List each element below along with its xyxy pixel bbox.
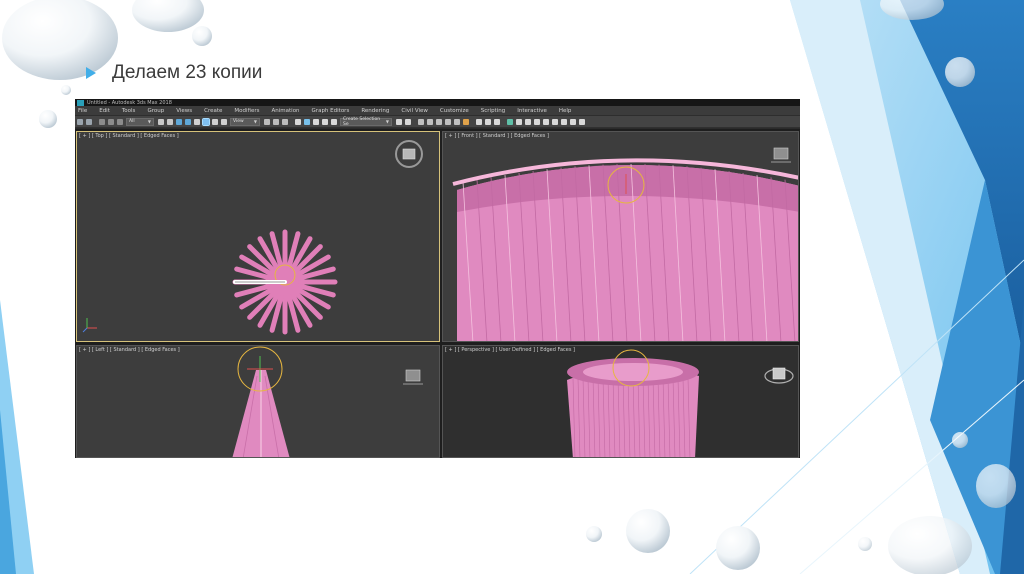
a360-gallery-icon[interactable] — [516, 118, 522, 125]
menu-tools[interactable]: Tools — [122, 108, 136, 114]
menu-animation[interactable]: Animation — [272, 108, 300, 114]
mirror-icon[interactable] — [396, 118, 402, 125]
edit-named-selections-icon[interactable] — [331, 118, 337, 125]
gizmo-viewcube-front[interactable] — [771, 147, 791, 163]
bullet-triangle-icon — [86, 67, 96, 79]
menu-views[interactable]: Views — [176, 108, 192, 114]
menu-edit[interactable]: Edit — [99, 108, 110, 114]
menu-rendering[interactable]: Rendering — [361, 108, 389, 114]
unlink-icon[interactable] — [108, 118, 114, 125]
spinner-snap-icon[interactable] — [322, 118, 328, 125]
region-select-icon[interactable] — [176, 118, 182, 125]
toggle-ribbon-icon[interactable] — [436, 118, 442, 125]
curve-editor-icon[interactable] — [445, 118, 451, 125]
menu-group[interactable]: Group — [147, 108, 164, 114]
undo-icon[interactable] — [77, 118, 83, 125]
rotate-icon[interactable] — [202, 117, 210, 126]
main-toolbar: All ▼ View ▼ Create Selection Se ▼ — [75, 116, 800, 128]
slide-title: Делаем 23 копии — [112, 62, 263, 83]
toggle-scene-explorer-icon[interactable] — [418, 118, 424, 125]
menu-graph-editors[interactable]: Graph Editors — [312, 108, 350, 114]
selection-filter-dropdown[interactable]: All ▼ — [126, 117, 154, 126]
viewport-area: [ + ] [ Top ] [ Standard ] [ Edged Faces… — [75, 129, 800, 458]
window-crossing-icon[interactable] — [185, 118, 191, 125]
axis-tripod-icon — [82, 318, 97, 333]
viewport-top[interactable]: [ + ] [ Top ] [ Standard ] [ Edged Faces… — [76, 131, 440, 342]
menu-interactive[interactable]: Interactive — [517, 108, 547, 114]
app-logo-icon — [77, 99, 84, 106]
top-view-scene — [82, 140, 423, 335]
display-icon[interactable] — [552, 118, 558, 125]
window-title: Untitled - Autodesk 3ds Max 2018 — [87, 99, 172, 106]
motion-icon[interactable] — [543, 118, 549, 125]
reference-coordinate-dropdown[interactable]: View ▼ — [230, 117, 260, 126]
texture-icon[interactable] — [570, 118, 576, 125]
hierarchy-icon[interactable] — [534, 118, 540, 125]
select-by-name-icon[interactable] — [167, 118, 173, 125]
chevron-down-icon: ▼ — [253, 119, 257, 124]
menu-modifiers[interactable]: Modifiers — [234, 108, 259, 114]
app-titlebar: Untitled - Autodesk 3ds Max 2018 — [75, 99, 800, 106]
render-in-cloud-icon[interactable] — [507, 118, 513, 125]
menu-bar: File Edit Tools Group Views Create Modif… — [75, 106, 800, 116]
material-editor-icon[interactable] — [463, 118, 469, 125]
snaps-toggle-icon[interactable] — [295, 118, 301, 125]
menu-help[interactable]: Help — [559, 108, 572, 114]
menu-file[interactable]: File — [78, 108, 87, 114]
viewport-front[interactable]: [ + ] [ Front ] [ Standard ] [ Edged Fac… — [442, 131, 799, 342]
rendered-frame-window-icon[interactable] — [485, 118, 491, 125]
front-view-scene — [452, 147, 798, 341]
link-icon[interactable] — [99, 118, 105, 125]
angle-snap-icon[interactable] — [304, 118, 310, 125]
align-icon[interactable] — [405, 118, 411, 125]
viewport-perspective[interactable]: [ + ] [ Perspective ] [ User Defined ] [… — [442, 345, 799, 458]
pivot-center-icon[interactable] — [264, 118, 270, 125]
app-screenshot: Untitled - Autodesk 3ds Max 2018 File Ed… — [75, 99, 800, 458]
slide-bullet: Делаем 23 копии — [86, 62, 262, 84]
menu-customize[interactable]: Customize — [440, 108, 469, 114]
menu-civil-view[interactable]: Civil View — [401, 108, 427, 114]
left-view-scene — [232, 346, 423, 457]
selection-filter-value: All — [129, 119, 135, 124]
gizmo-viewcube-perspective[interactable] — [764, 367, 794, 384]
utilities-icon[interactable] — [561, 118, 567, 125]
selection-set-value: Create Selection Se — [343, 116, 381, 127]
move-icon[interactable] — [194, 118, 200, 125]
placement-icon[interactable] — [221, 118, 227, 125]
reference-coordinate-value: View — [233, 119, 244, 124]
gizmo-viewcube-top[interactable] — [395, 140, 423, 168]
schematic-view-icon[interactable] — [454, 118, 460, 125]
toggle-layer-explorer-icon[interactable] — [427, 118, 433, 125]
scale-icon[interactable] — [212, 118, 218, 125]
bind-spacewarp-icon[interactable] — [117, 118, 123, 125]
lights-icon[interactable] — [579, 118, 585, 125]
render-production-icon[interactable] — [494, 118, 500, 125]
chevron-down-icon: ▼ — [385, 119, 389, 124]
render-setup-icon[interactable] — [476, 118, 482, 125]
menu-scripting[interactable]: Scripting — [481, 108, 505, 114]
keyboard-shortcut-icon[interactable] — [282, 118, 288, 125]
menu-create[interactable]: Create — [204, 108, 222, 114]
selection-set-dropdown[interactable]: Create Selection Se ▼ — [340, 116, 392, 127]
redo-icon[interactable] — [86, 118, 92, 125]
select-object-icon[interactable] — [158, 118, 164, 125]
perspective-view-scene — [567, 349, 794, 457]
select-manipulate-icon[interactable] — [273, 118, 279, 125]
viewport-left[interactable]: [ + ] [ Left ] [ Standard ] [ Edged Face… — [76, 345, 440, 458]
gizmo-viewcube-left[interactable] — [403, 369, 423, 385]
chevron-down-icon: ▼ — [147, 119, 151, 124]
walkthrough-icon[interactable] — [525, 118, 531, 125]
percent-snap-icon[interactable] — [313, 118, 319, 125]
